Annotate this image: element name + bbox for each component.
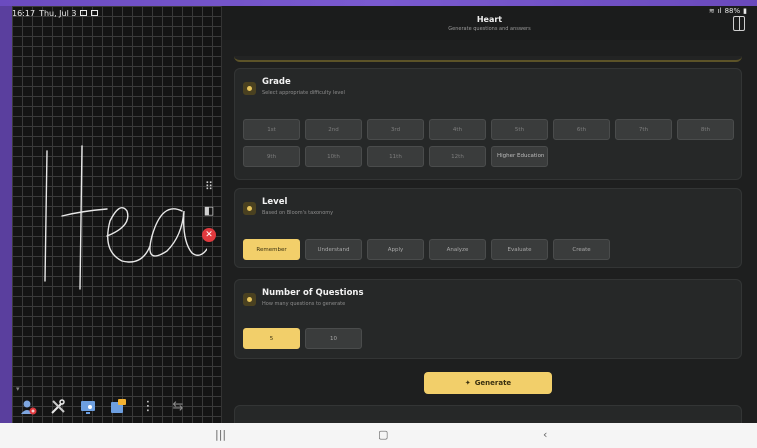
questions-option-selected[interactable]: 5 xyxy=(243,328,300,349)
questions-title: Number of Questions xyxy=(262,288,364,298)
whiteboard-icon[interactable] xyxy=(108,398,128,416)
recents-icon[interactable]: ||| xyxy=(215,428,226,441)
grade-option[interactable]: 11th xyxy=(367,146,424,167)
app-title: Heart xyxy=(476,15,503,24)
photo-icon xyxy=(91,10,99,16)
questions-option[interactable]: 10 xyxy=(305,328,362,349)
battery-level: 88% xyxy=(724,7,741,15)
grade-option[interactable]: Higher Education xyxy=(491,146,548,167)
status-right: ≋ ıl 88% ▮ xyxy=(709,7,747,15)
level-card: Level Based on Bloom's taxonomy Remember… xyxy=(234,188,742,268)
grade-description: Select appropriate difficulty level xyxy=(262,90,345,96)
level-title: Level xyxy=(262,197,288,207)
previous-card-edge xyxy=(234,56,742,62)
level-option[interactable]: Understand xyxy=(305,239,362,260)
generate-label: Generate xyxy=(474,379,512,387)
wifi-icon: ≋ xyxy=(708,7,715,15)
status-date: Thu, Jul 3 xyxy=(39,8,77,18)
app-header: Heart Generate questions and answers xyxy=(222,6,757,40)
grade-option[interactable]: 1st xyxy=(243,119,300,140)
swap-icon[interactable]: ⇆ xyxy=(168,398,188,416)
close-icon[interactable]: ✕ xyxy=(202,228,216,242)
level-icon xyxy=(243,202,256,215)
chevron-down-icon[interactable]: ▾ xyxy=(16,385,20,393)
navigation-bar: ||| ▢ ‹ xyxy=(0,423,757,448)
home-icon[interactable]: ▢ xyxy=(378,428,388,441)
sparkle-icon: ✦ xyxy=(464,379,471,387)
drawing-canvas[interactable] xyxy=(12,6,222,423)
grade-option[interactable]: 2nd xyxy=(305,119,362,140)
grade-option[interactable]: 5th xyxy=(491,119,548,140)
level-option[interactable]: Analyze xyxy=(429,239,486,260)
level-option-selected[interactable]: Remember xyxy=(243,239,300,260)
notification-icon xyxy=(80,10,88,16)
questions-description: How many questions to generate xyxy=(262,301,346,307)
generate-button[interactable]: ✦ Generate xyxy=(424,372,552,394)
grade-option[interactable]: 8th xyxy=(677,119,734,140)
status-time: 16:17 xyxy=(12,8,36,18)
question-generator-app: Heart Generate questions and answers Gra… xyxy=(222,6,757,423)
signal-icon: ıl xyxy=(717,7,722,15)
floating-toolbar: ⠿ ◧ ✕ xyxy=(200,180,218,242)
status-bar: 16:17 Thu, Jul 3 xyxy=(12,6,222,20)
screen-share-icon[interactable] xyxy=(78,398,98,416)
tools-icon[interactable] xyxy=(48,398,68,416)
battery-icon: ▮ xyxy=(743,7,747,15)
questions-card: Number of Questions How many questions t… xyxy=(234,279,742,359)
handwriting-strokes xyxy=(44,145,207,290)
grade-card: Grade Select appropriate difficulty leve… xyxy=(234,68,742,180)
grade-icon xyxy=(243,82,256,95)
side-panel-icon[interactable] xyxy=(733,16,745,31)
back-icon[interactable]: ‹ xyxy=(543,428,547,441)
level-option[interactable]: Create xyxy=(553,239,610,260)
grade-option[interactable]: 3rd xyxy=(367,119,424,140)
level-description: Based on Bloom's taxonomy xyxy=(262,210,334,216)
level-option[interactable]: Evaluate xyxy=(491,239,548,260)
grade-option[interactable]: 10th xyxy=(305,146,362,167)
panel-layout-icon[interactable]: ◧ xyxy=(202,204,216,218)
app-subtitle: Generate questions and answers xyxy=(448,26,531,32)
grade-option[interactable]: 4th xyxy=(429,119,486,140)
level-option[interactable]: Apply xyxy=(367,239,424,260)
user-add-icon[interactable] xyxy=(18,398,38,416)
canvas-toolbar: ⋮ ⇆ xyxy=(18,398,188,416)
next-card-edge xyxy=(234,405,742,423)
grip-icon[interactable]: ⠿ xyxy=(202,180,216,194)
grade-option[interactable]: 9th xyxy=(243,146,300,167)
grade-option[interactable]: 7th xyxy=(615,119,672,140)
more-vertical-icon[interactable]: ⋮ xyxy=(138,398,158,416)
grade-title: Grade xyxy=(262,77,291,87)
grade-option[interactable]: 6th xyxy=(553,119,610,140)
grade-option[interactable]: 12th xyxy=(429,146,486,167)
questions-icon xyxy=(243,293,256,306)
